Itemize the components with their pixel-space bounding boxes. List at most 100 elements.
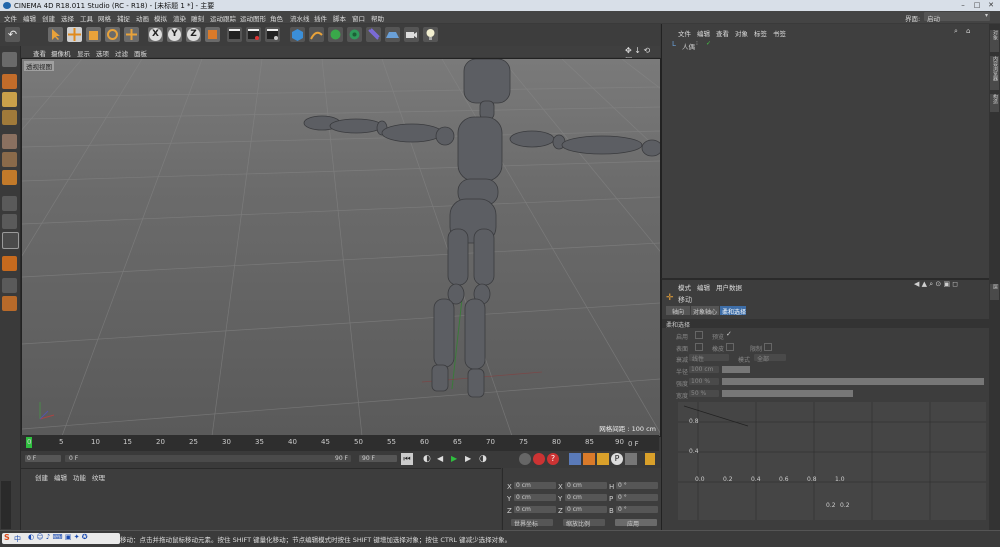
layers-icon[interactable]	[2, 278, 17, 293]
tab-object-axis[interactable]: 对象轴心	[691, 306, 719, 316]
menu-script[interactable]: 脚本	[333, 13, 346, 23]
rubber-checkbox[interactable]	[726, 343, 734, 351]
attribute-menu-mode[interactable]: 模式	[678, 282, 691, 292]
render-view-icon[interactable]	[227, 27, 242, 42]
goto-end-button[interactable]: ◑	[479, 453, 491, 465]
menu-file[interactable]: 文件	[4, 13, 17, 23]
minimize-button[interactable]: –	[958, 1, 968, 9]
viewport-menu-display[interactable]: 显示	[77, 48, 90, 58]
attribute-menu-user-data[interactable]: 用户数据	[716, 282, 742, 292]
recent-tool-icon[interactable]	[124, 27, 139, 42]
maximize-button[interactable]: □	[972, 1, 982, 9]
preview-checkbox[interactable]: ✓	[726, 330, 732, 338]
scale-x-field[interactable]: 0 cm	[565, 482, 607, 489]
rotate-icon[interactable]	[105, 27, 120, 42]
object-menu-object[interactable]: 对象	[735, 28, 748, 38]
menu-edit[interactable]: 编辑	[23, 13, 36, 23]
viewport-menu-panel[interactable]: 面板	[134, 48, 147, 58]
cube-icon[interactable]	[290, 27, 305, 42]
home-icon[interactable]: ⌂	[966, 27, 970, 35]
menu-plugins[interactable]: 插件	[314, 13, 327, 23]
menu-help[interactable]: 帮助	[371, 13, 384, 23]
radius-slider[interactable]	[722, 366, 750, 373]
menu-window[interactable]: 窗口	[352, 13, 365, 23]
start-frame-field[interactable]: 0 F	[25, 455, 61, 462]
current-frame-field[interactable]: 0 F 90 F	[65, 455, 351, 462]
close-button[interactable]: ✕	[986, 1, 996, 9]
prev-key-button[interactable]: ◐	[423, 453, 435, 465]
viewport-menu-options[interactable]: 选项	[96, 48, 109, 58]
enable-checkbox[interactable]	[695, 331, 703, 339]
render-picture-viewer-icon[interactable]	[246, 27, 261, 42]
object-menu-bookmarks[interactable]: 书签	[773, 28, 786, 38]
goto-start-button[interactable]: ⏮	[401, 453, 413, 465]
edges-mode-icon[interactable]	[2, 152, 17, 167]
render-settings-icon[interactable]	[265, 27, 280, 42]
menu-pipeline[interactable]: 流水线	[290, 13, 310, 23]
snap-icon[interactable]	[2, 232, 19, 249]
attribute-menu-edit[interactable]: 编辑	[697, 282, 710, 292]
viewport-menu-view[interactable]: 查看	[33, 48, 46, 58]
rotation-p-field[interactable]: 0 °	[616, 494, 658, 501]
prev-frame-button[interactable]: ◀	[437, 453, 449, 465]
enabled-check-icon[interactable]: ✓	[706, 40, 711, 47]
tab-axis[interactable]: 轴向	[666, 306, 690, 316]
object-menu-edit[interactable]: 编辑	[697, 28, 710, 38]
tab-content-browser[interactable]: 内容浏览器	[990, 56, 999, 90]
workplane-icon[interactable]	[2, 110, 17, 125]
radius-field[interactable]: 100 cm	[689, 366, 719, 373]
polygons-mode-icon[interactable]	[2, 170, 17, 185]
viewport-menu-camera[interactable]: 摄像机	[51, 48, 71, 58]
position-y-field[interactable]: 0 cm	[514, 494, 556, 501]
coord-mode-select[interactable]: 世界坐标	[511, 519, 553, 528]
axis-mode-icon[interactable]	[2, 196, 17, 211]
menu-create[interactable]: 创建	[42, 13, 55, 23]
object-menu-view[interactable]: 查看	[716, 28, 729, 38]
record-icon[interactable]	[533, 453, 545, 465]
x-axis-lock-button[interactable]: X	[148, 27, 163, 42]
key-pla-icon[interactable]	[625, 453, 637, 465]
position-x-field[interactable]: 0 cm	[514, 482, 556, 489]
menu-snap[interactable]: 捕捉	[117, 13, 130, 23]
search-icon[interactable]: ⌕	[954, 27, 958, 36]
scale-mode-select[interactable]: 缩放比例	[563, 519, 605, 528]
array-icon[interactable]	[347, 27, 362, 42]
scale-icon[interactable]	[86, 27, 101, 42]
tweak-mode-icon[interactable]	[2, 214, 17, 229]
falloff-curve-graph[interactable]: 0.8 0.4 0.0 0.2 0.4 0.6 0.8 1.0 0.2 0.2	[678, 402, 986, 520]
scale-y-field[interactable]: 0 cm	[565, 494, 607, 501]
viewport-menu-filter[interactable]: 过滤	[115, 48, 128, 58]
menu-sculpt[interactable]: 雕刻	[191, 13, 204, 23]
object-menu-file[interactable]: 文件	[678, 28, 691, 38]
menu-animate[interactable]: 动画	[136, 13, 149, 23]
texture-mode-icon[interactable]	[2, 92, 17, 107]
live-select-icon[interactable]	[48, 27, 63, 42]
key-rotate-icon[interactable]	[597, 453, 609, 465]
subdivision-icon[interactable]	[328, 27, 343, 42]
width-field[interactable]: 50 %	[689, 390, 719, 397]
menu-tools[interactable]: 工具	[80, 13, 93, 23]
undo-icon[interactable]: ↶	[5, 27, 20, 42]
move-icon[interactable]	[67, 27, 82, 42]
menu-select[interactable]: 选择	[61, 13, 74, 23]
surface-checkbox[interactable]	[695, 343, 703, 351]
object-menu-tags[interactable]: 标签	[754, 28, 767, 38]
visibility-dots-icon[interactable]: ⁝	[696, 40, 698, 47]
deformer-icon[interactable]	[366, 27, 381, 42]
position-z-field[interactable]: 0 cm	[514, 506, 556, 513]
tab-structure[interactable]: 构造	[990, 94, 999, 112]
menu-character[interactable]: 角色	[270, 13, 283, 23]
key-param-icon[interactable]: P	[611, 453, 623, 465]
restrict-checkbox[interactable]	[764, 343, 772, 351]
grid-snap-icon[interactable]	[2, 296, 17, 311]
object-list-item[interactable]: L 人偶 ⁝ ✓	[666, 40, 986, 51]
camera-icon[interactable]	[404, 27, 419, 42]
material-menu-function[interactable]: 功能	[73, 472, 86, 482]
rotation-h-field[interactable]: 0 °	[616, 482, 658, 489]
width-slider[interactable]	[722, 390, 853, 397]
mode-select[interactable]: 全部	[754, 354, 786, 363]
key-move-icon[interactable]	[569, 453, 581, 465]
timeline-menu-icon[interactable]	[645, 453, 655, 465]
record-position-icon[interactable]	[519, 453, 531, 465]
coordinate-system-icon[interactable]	[205, 27, 220, 42]
